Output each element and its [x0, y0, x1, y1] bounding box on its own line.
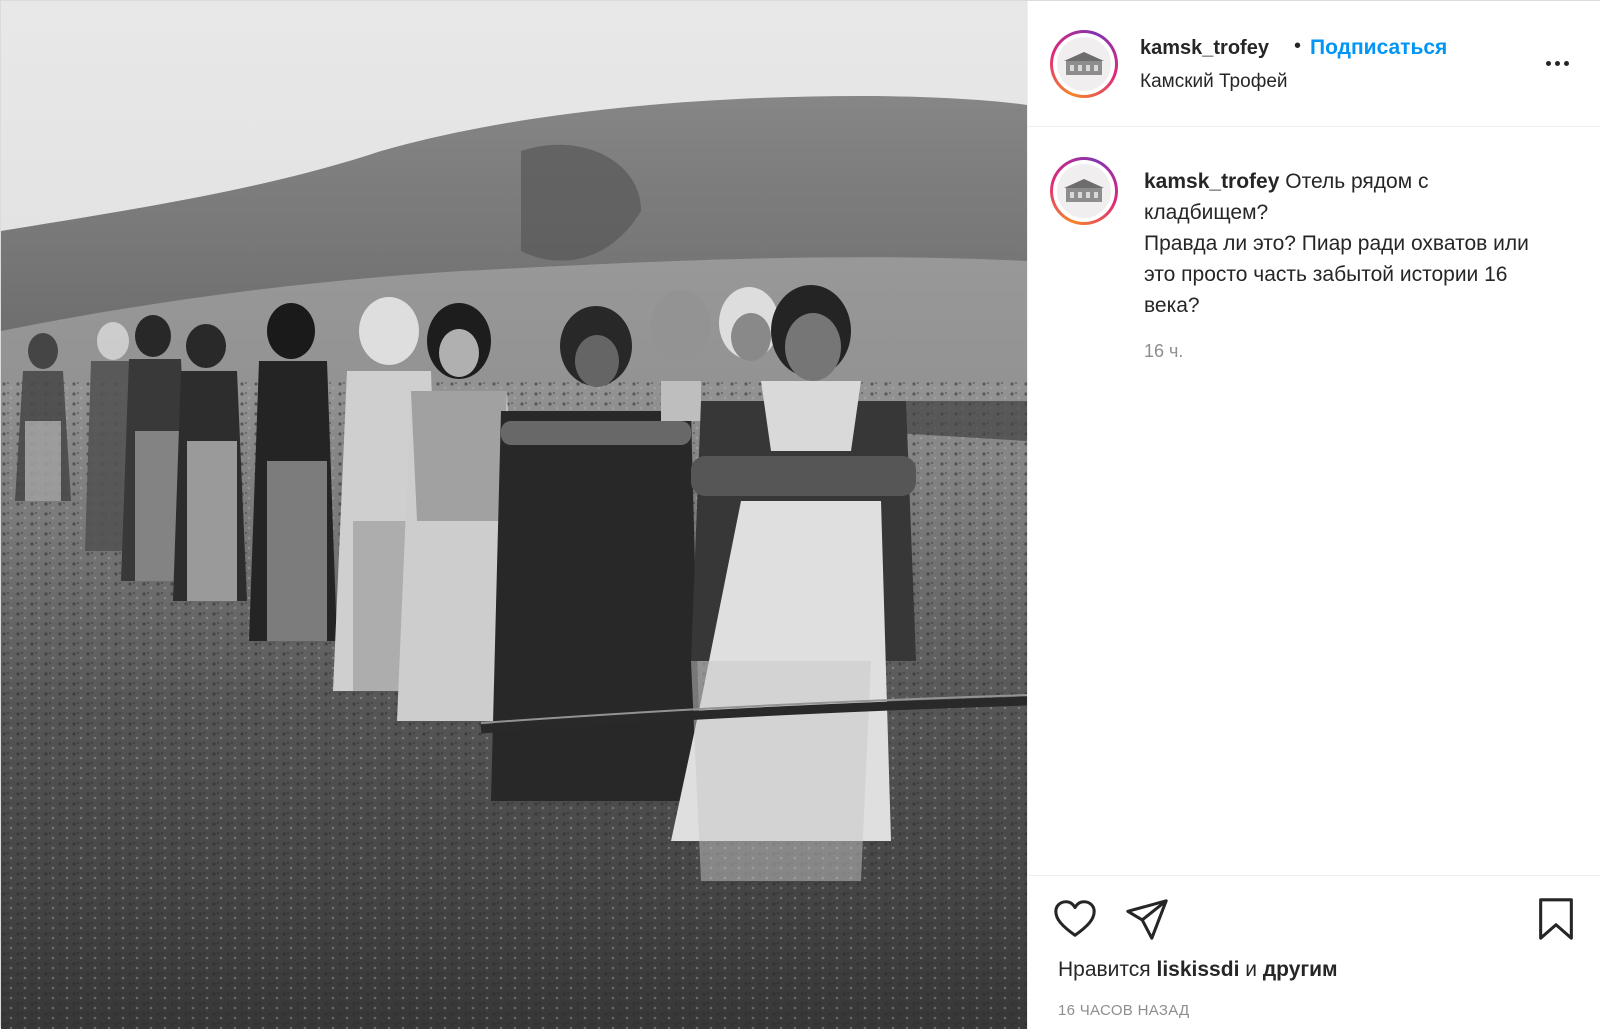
- more-dots-icon[interactable]: [1540, 51, 1574, 75]
- likes-user[interactable]: liskissdi: [1157, 958, 1240, 981]
- author-logo-icon: [1057, 37, 1111, 91]
- dot: [1554, 60, 1560, 66]
- follow-button[interactable]: Подписаться: [1310, 36, 1447, 60]
- likes-summary: Нравится liskissdi и другим: [1058, 958, 1338, 982]
- post-photo[interactable]: [1, 1, 1027, 1029]
- author-logo-icon: [1057, 164, 1111, 218]
- bookmark-icon[interactable]: [1534, 896, 1578, 942]
- author-avatar[interactable]: [1050, 30, 1118, 98]
- likes-conjunction: и: [1245, 958, 1257, 981]
- hotel-building-icon: [1064, 52, 1104, 75]
- heart-icon[interactable]: [1052, 896, 1098, 942]
- hotel-building-icon: [1064, 179, 1104, 202]
- post-dialog: kamsk_trofey • Подписаться Камский Трофе…: [0, 0, 1600, 1029]
- caption-line-2: Правда ли это? Пиар ради охватов или это…: [1144, 232, 1529, 317]
- post-location[interactable]: Камский Трофей: [1140, 71, 1288, 93]
- post-actions: Нравится liskissdi и другим 16 ЧАСОВ НАЗ…: [1028, 875, 1600, 1029]
- paper-plane-icon[interactable]: [1124, 896, 1170, 942]
- post-sidebar: kamsk_trofey • Подписаться Камский Трофе…: [1027, 1, 1600, 1029]
- separator-dot: •: [1294, 35, 1302, 57]
- likes-others[interactable]: другим: [1263, 958, 1338, 981]
- likes-prefix: Нравится: [1058, 958, 1151, 981]
- posted-time[interactable]: 16 ЧАСОВ НАЗАД: [1058, 1002, 1189, 1019]
- caption-timestamp[interactable]: 16 ч.: [1144, 341, 1183, 362]
- caption-username[interactable]: kamsk_trofey: [1144, 170, 1279, 193]
- dot: [1545, 60, 1551, 66]
- historical-photo-illustration: [1, 1, 1027, 1029]
- caption-avatar[interactable]: [1050, 157, 1118, 225]
- post-header: kamsk_trofey • Подписаться Камский Трофе…: [1028, 1, 1600, 127]
- caption-text: kamsk_trofey Отель рядом с кладбищем? Пр…: [1144, 166, 1554, 321]
- author-username[interactable]: kamsk_trofey: [1140, 37, 1269, 60]
- dot: [1563, 60, 1569, 66]
